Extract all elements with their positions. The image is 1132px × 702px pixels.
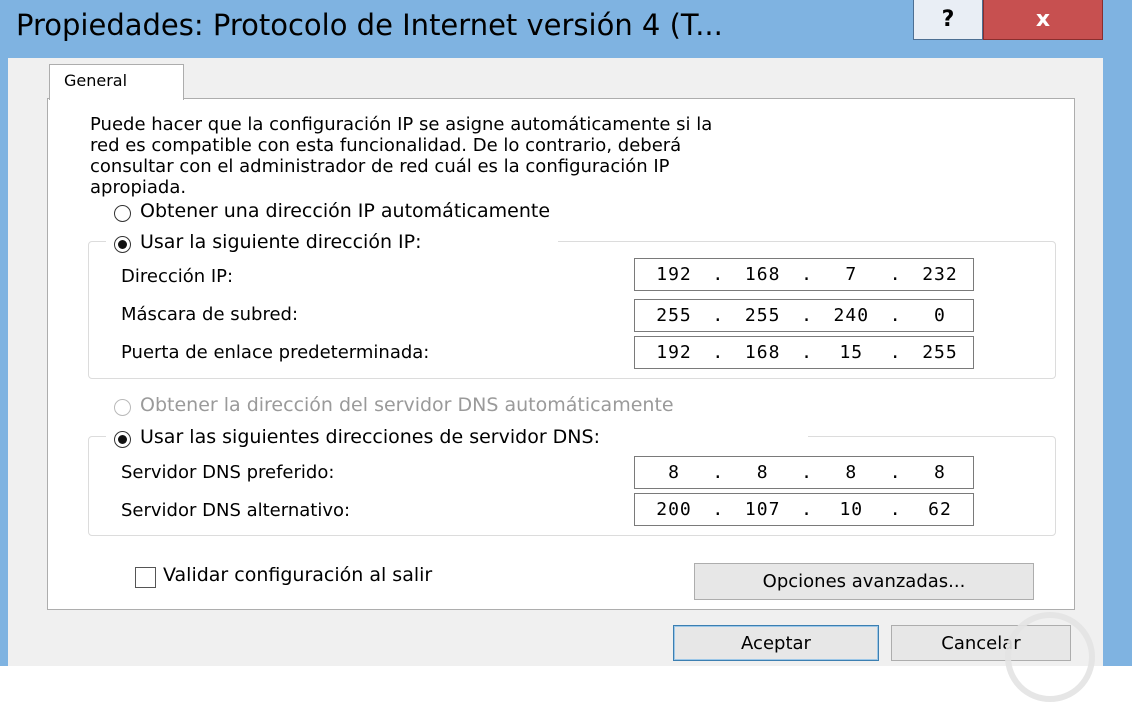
ip-octet: 8 xyxy=(756,462,769,483)
validate-label[interactable]: Validar configuración al salir xyxy=(163,564,432,586)
ip-octet: 10 xyxy=(839,499,864,520)
close-icon: x xyxy=(1035,7,1051,32)
ip-octet: 255 xyxy=(656,305,692,326)
ip-octet: 200 xyxy=(656,499,692,520)
preferred-dns-field[interactable]: 8. 8. 8. 8 xyxy=(634,456,974,489)
ip-octet: 8 xyxy=(845,462,858,483)
ok-button[interactable]: Aceptar xyxy=(673,625,879,661)
ip-octet: 168 xyxy=(744,342,781,363)
ip-separator: . xyxy=(889,499,902,520)
ip-separator: . xyxy=(712,305,725,326)
ip-octet: 0 xyxy=(934,305,946,326)
ip-separator: . xyxy=(801,342,813,363)
help-icon: ? xyxy=(941,7,955,32)
alternate-dns-label: Servidor DNS alternativo: xyxy=(121,500,351,521)
ip-octet: 192 xyxy=(656,342,692,363)
ip-octet: 8 xyxy=(934,462,946,483)
ip-separator: . xyxy=(712,342,725,363)
ip-octet: 240 xyxy=(833,305,870,326)
alternate-dns-field[interactable]: 200. 107. 10. 62 xyxy=(634,493,974,526)
ip-auto-radio[interactable] xyxy=(114,205,131,222)
ip-octet: 7 xyxy=(845,264,858,285)
ip-auto-label[interactable]: Obtener una dirección IP automáticamente xyxy=(140,200,550,222)
window-title: Propiedades: Protocolo de Internet versi… xyxy=(16,8,723,42)
ip-separator: . xyxy=(889,264,902,285)
ip-separator: . xyxy=(801,305,813,326)
ip-separator: . xyxy=(889,342,902,363)
ip-separator: . xyxy=(801,499,813,520)
ip-separator: . xyxy=(889,462,902,483)
ip-octet: 8 xyxy=(668,462,680,483)
ip-manual-legend: Usar la siguiente dirección IP: xyxy=(106,231,558,255)
subnet-mask-field[interactable]: 255. 255. 240. 0 xyxy=(634,299,974,332)
title-bar[interactable]: Propiedades: Protocolo de Internet versi… xyxy=(0,0,1132,58)
ip-octet: 232 xyxy=(922,264,958,285)
ip-separator: . xyxy=(712,499,725,520)
dns-auto-radio xyxy=(114,399,131,416)
gateway-field[interactable]: 192. 168. 15. 255 xyxy=(634,336,974,369)
ip-address-field[interactable]: 192. 168. 7. 232 xyxy=(634,258,974,291)
ip-octet: 168 xyxy=(744,264,781,285)
tab-general[interactable]: General xyxy=(49,64,184,100)
ip-separator: . xyxy=(801,264,813,285)
dns-manual-radio[interactable] xyxy=(114,431,131,448)
gateway-label: Puerta de enlace predeterminada: xyxy=(121,342,430,363)
window-border-right xyxy=(1103,0,1132,666)
close-button[interactable]: x xyxy=(983,0,1103,40)
dns-manual-label[interactable]: Usar las siguientes direcciones de servi… xyxy=(140,426,600,448)
validate-checkbox[interactable] xyxy=(135,567,156,588)
advanced-options-button[interactable]: Opciones avanzadas... xyxy=(694,563,1034,600)
ip-manual-label[interactable]: Usar la siguiente dirección IP: xyxy=(140,231,422,253)
subnet-mask-label: Máscara de subred: xyxy=(121,304,299,325)
ip-separator: . xyxy=(712,264,725,285)
ip-separator: . xyxy=(801,462,813,483)
ip-manual-radio[interactable] xyxy=(114,236,131,253)
ip-separator: . xyxy=(889,305,902,326)
preferred-dns-label: Servidor DNS preferido: xyxy=(121,462,335,483)
ip-octet: 15 xyxy=(839,342,864,363)
ip-address-label: Dirección IP: xyxy=(121,266,234,287)
ip-separator: . xyxy=(712,462,725,483)
ip-octet: 255 xyxy=(922,342,958,363)
dns-auto-label: Obtener la dirección del servidor DNS au… xyxy=(140,394,674,416)
description-text: Puede hacer que la configuración IP se a… xyxy=(90,114,713,198)
ip-octet: 255 xyxy=(744,305,781,326)
ip-octet: 192 xyxy=(656,264,692,285)
ip-octet: 62 xyxy=(928,499,952,520)
ip-octet: 107 xyxy=(744,499,781,520)
watermark-logo xyxy=(1005,612,1095,702)
help-button[interactable]: ? xyxy=(913,0,983,40)
dns-manual-legend: Usar las siguientes direcciones de servi… xyxy=(106,426,808,450)
